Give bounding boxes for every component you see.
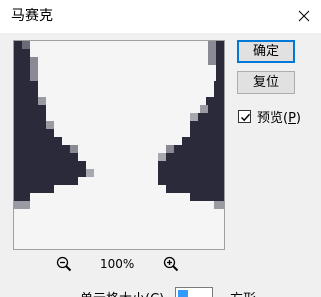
mosaic-dialog: 马赛克 确定 复位 预览(P) 100% [0, 0, 321, 297]
ok-button[interactable]: 确定 [237, 40, 295, 63]
zoom-level: 100% [100, 257, 135, 271]
reset-button[interactable]: 复位 [237, 71, 295, 94]
cell-size-label: 单元格大小(C) [80, 288, 164, 297]
zoom-in-button[interactable] [163, 256, 179, 272]
preview-checkbox-label: 预览(P) [257, 110, 301, 126]
cell-size-value [178, 290, 188, 297]
title-bar: 马赛克 [0, 0, 321, 33]
zoom-out-icon [56, 256, 72, 272]
preview-checkbox[interactable] [238, 109, 251, 123]
preview-checkbox-row[interactable]: 预览(P) [238, 108, 301, 126]
preview-image [14, 41, 224, 249]
preview-canvas[interactable] [13, 40, 225, 250]
zoom-in-icon [163, 256, 179, 272]
close-button[interactable] [289, 2, 319, 30]
zoom-out-button[interactable] [56, 256, 72, 272]
close-icon [298, 10, 310, 22]
cell-size-unit: 方形 [230, 288, 256, 297]
cell-size-input[interactable] [175, 287, 213, 297]
checkmark-icon [240, 113, 251, 121]
dialog-title: 马赛克 [11, 8, 53, 24]
